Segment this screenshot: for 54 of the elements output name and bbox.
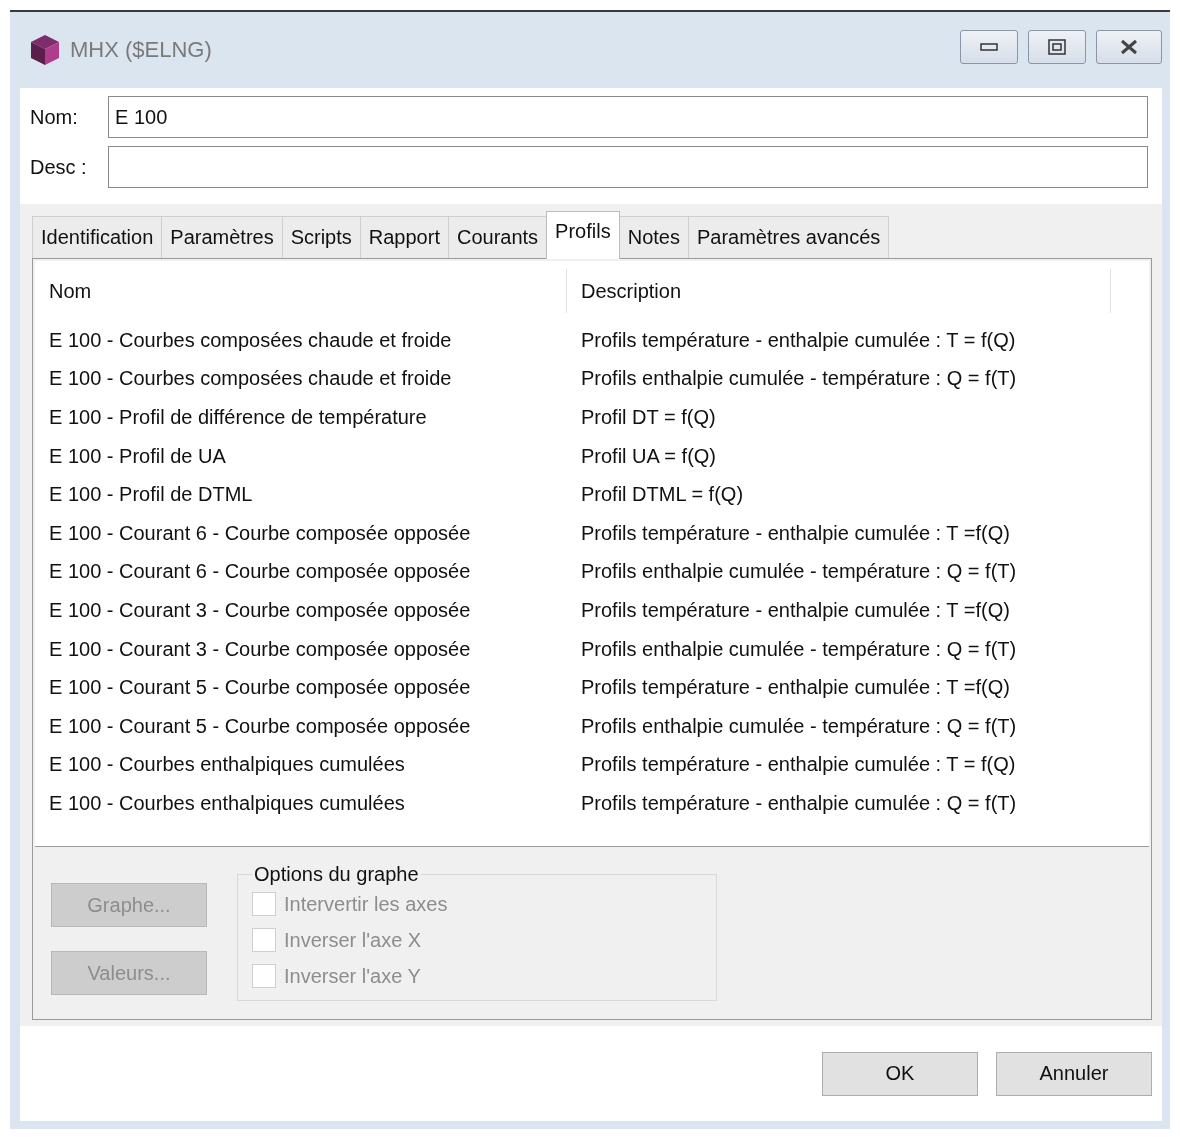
table-cell-text: E 100 - Courant 5 - Courbe composée opposée (48, 714, 472, 738)
column-header[interactable]: Nom (35, 269, 567, 313)
table-cell-text: E 100 - Profil de DTML (48, 483, 254, 507)
table-cell-text: Profils enthalpie cumulée - température : Q = f(T) (580, 714, 1018, 738)
table-cell-text: E 100 - Courbes enthalpiques cumulées (48, 791, 406, 815)
group-title: Options du graphe (253, 863, 420, 886)
tab[interactable]: Paramètres avancés (687, 216, 890, 258)
table-cell-text: E 100 - Courant 6 - Courbe composée opposée (48, 560, 472, 584)
table-cell-text: E 100 - Courbes composées chaude et froide (48, 367, 453, 391)
table-cell-text: Profils enthalpie cumulée - température : Q = f(T) (580, 367, 1018, 391)
tab[interactable]: Rapport (359, 216, 449, 258)
table-cell-text: E 100 - Profil de UA (48, 444, 227, 468)
field-label: Desc : (30, 155, 88, 179)
maximize-button[interactable] (1028, 30, 1086, 64)
table-cell-text: Profils température - enthalpie cumulée : T = f(Q) (580, 328, 1017, 352)
minimize-icon (980, 43, 998, 51)
checkbox-label: Inverser l'axe X (284, 928, 422, 952)
checkbox-label: Intervertir les axes (284, 892, 448, 916)
close-icon (1119, 38, 1139, 56)
tab[interactable]: Scripts (281, 216, 361, 258)
table-cell-text: Profils température - enthalpie cumulée : T =f(Q) (580, 521, 1011, 545)
dialog-button[interactable]: OK (822, 1051, 978, 1096)
table-cell-text: Profil UA = f(Q) (580, 444, 718, 468)
tab[interactable]: Notes (618, 216, 689, 258)
table-cell-text: Profils enthalpie cumulée - température : Q = f(T) (580, 637, 1018, 661)
table-cell-text: E 100 - Courbes enthalpiques cumulées (48, 753, 406, 777)
window-title: MHX ($ELNG) (70, 37, 213, 63)
text-field[interactable] (108, 146, 1148, 188)
column-header[interactable]: Description (567, 269, 1111, 313)
table-cell-text: Profils température - enthalpie cumulée : T =f(Q) (580, 598, 1011, 622)
close-button[interactable] (1096, 30, 1162, 64)
field-label: Nom: (30, 105, 79, 129)
table-cell-text: Profils température - enthalpie cumulée : Q = f(T) (580, 791, 1018, 815)
table-cell-text: Profils température - enthalpie cumulée : T =f(Q) (580, 676, 1011, 700)
checkbox-label: Inverser l'axe Y (284, 964, 421, 988)
tab[interactable]: Courants (447, 216, 548, 258)
table-cell-text: Profil DTML = f(Q) (580, 483, 745, 507)
tab[interactable]: Identification (32, 216, 163, 258)
tab[interactable]: Paramètres (161, 216, 283, 258)
maximize-icon (1048, 39, 1066, 55)
table-cell-text: E 100 - Courant 3 - Courbe composée opposée (48, 598, 472, 622)
table-cell-text: E 100 - Courant 6 - Courbe composée opposée (48, 521, 472, 545)
minimize-button[interactable] (960, 30, 1018, 64)
tab[interactable]: Profils (546, 211, 620, 259)
table-cell-text: Profil DT = f(Q) (580, 406, 717, 429)
table-cell-text: Profils température - enthalpie cumulée : T = f(Q) (580, 753, 1017, 777)
table-cell-text: E 100 - Profil de différence de température (48, 406, 428, 429)
table-cell-text: E 100 - Courbes composées chaude et froide (48, 328, 453, 352)
dialog-button[interactable]: Annuler (996, 1051, 1152, 1096)
table-cell-text: Profils enthalpie cumulée - température : Q = f(T) (580, 560, 1018, 584)
cube-icon (28, 33, 62, 67)
table-cell-text: E 100 - Courant 5 - Courbe composée opposée (48, 676, 472, 700)
text-field[interactable]: E 100 (108, 96, 1148, 138)
table-cell-text: E 100 - Courant 3 - Courbe composée opposée (48, 637, 472, 661)
